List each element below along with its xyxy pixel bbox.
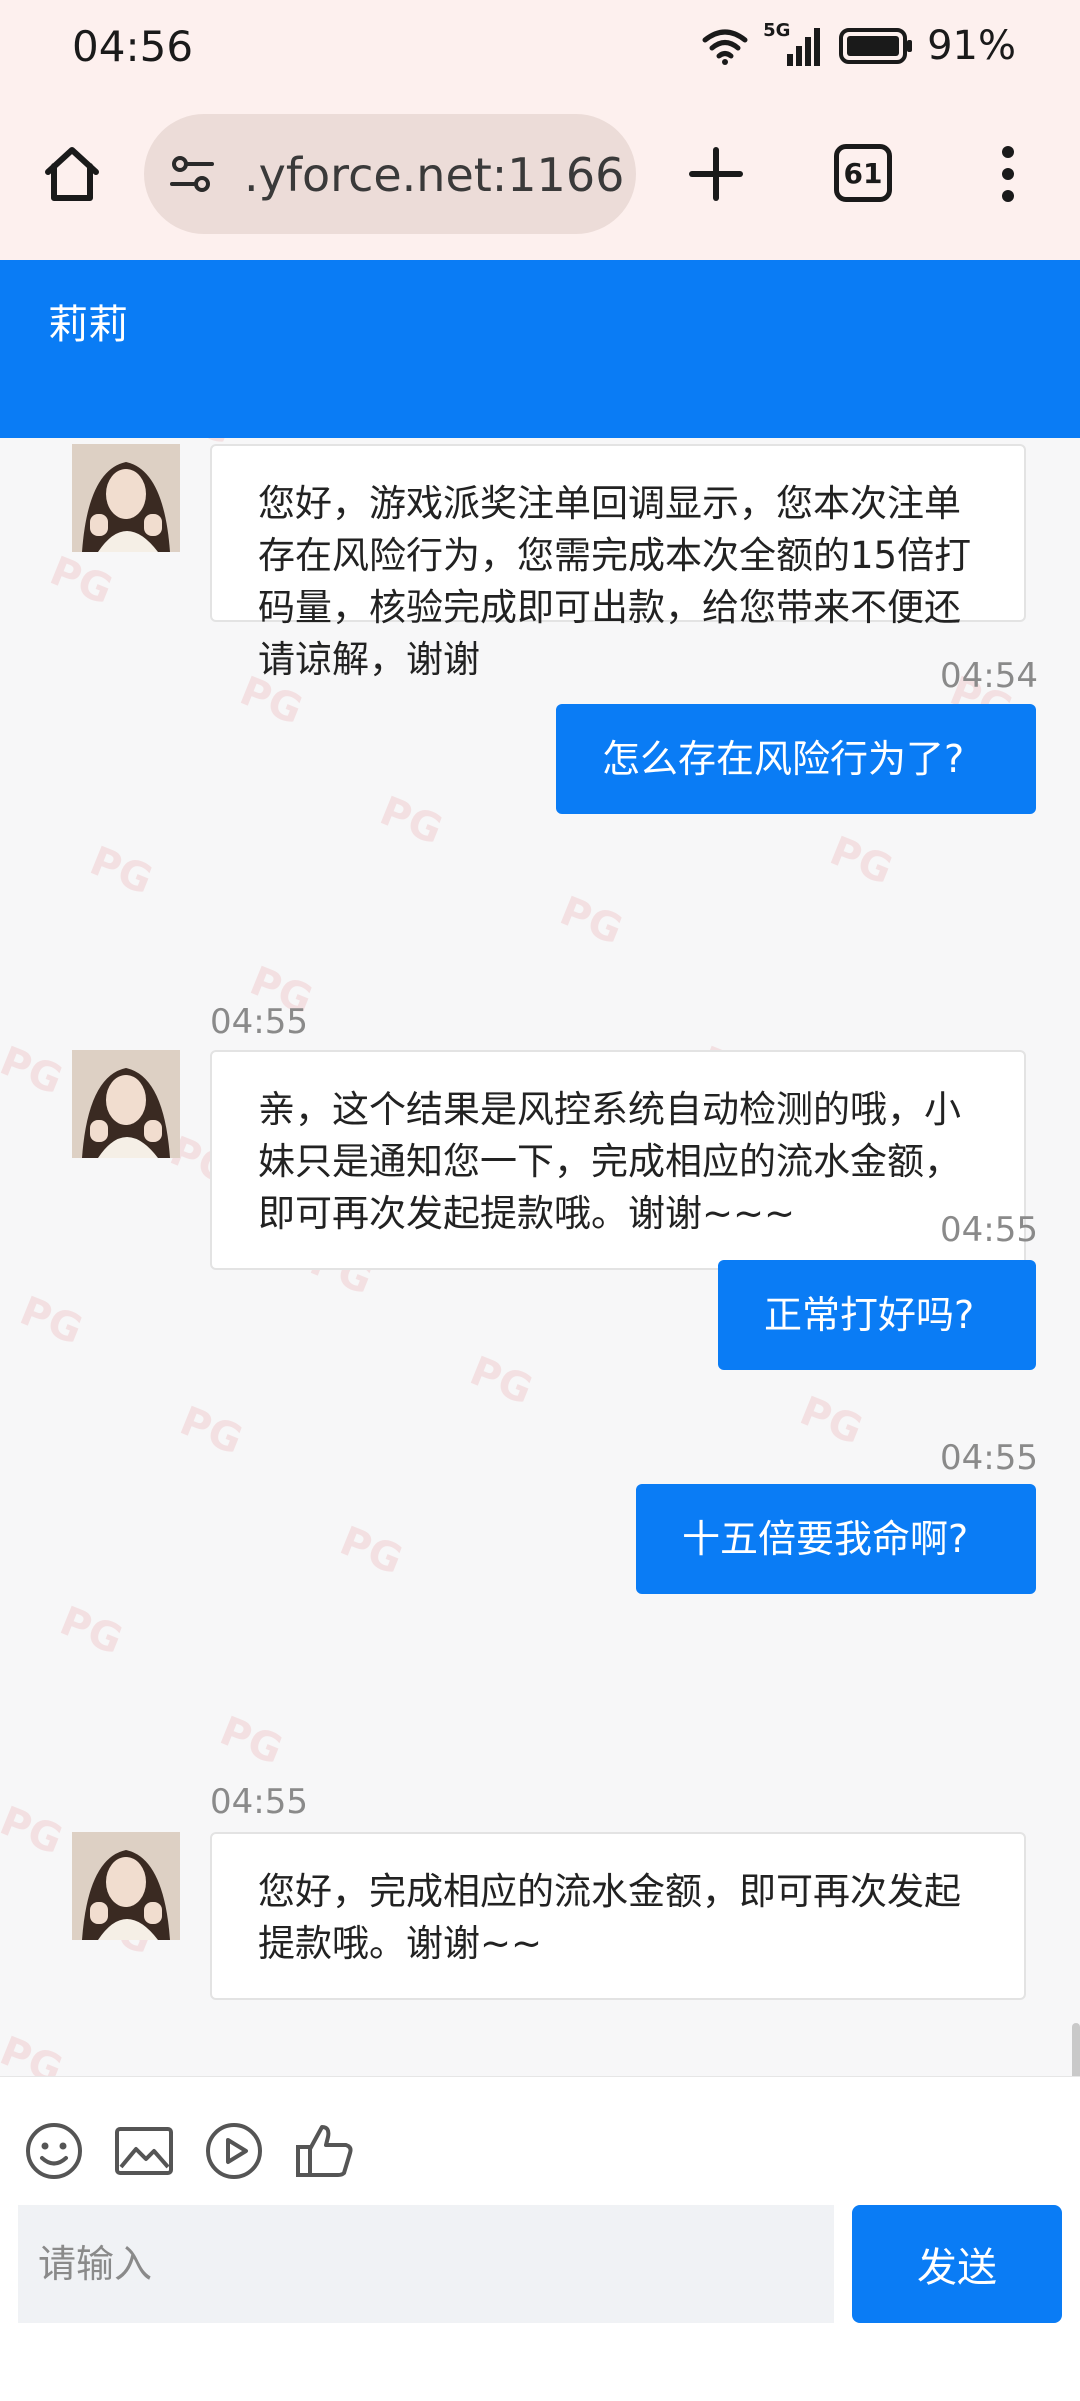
watermark: PG [173, 1398, 249, 1464]
new-tab-button[interactable] [680, 138, 752, 210]
signal-icon [787, 28, 821, 66]
watermark: PG [0, 1798, 69, 1864]
watermark: PG [213, 1708, 289, 1774]
image-icon [115, 2127, 173, 2175]
watermark: PG [793, 1388, 869, 1454]
watermark: PG [43, 548, 119, 614]
watermark: PG [0, 1038, 69, 1104]
battery-percent: 91% [927, 23, 1016, 69]
plus-icon [689, 147, 743, 201]
message-timestamp: 04:55 [940, 1438, 1038, 1478]
site-settings-icon[interactable] [168, 150, 216, 198]
scrollbar[interactable] [1072, 2023, 1080, 2076]
message-timestamp: 04:55 [940, 1210, 1038, 1250]
thumbs-up-button[interactable] [292, 2119, 356, 2183]
message-timestamp: 04:55 [210, 1002, 308, 1042]
avatar [72, 444, 180, 552]
agent-message-bubble: 您好，完成相应的流水金额，即可再次发起提款哦。谢谢~~ [210, 1832, 1026, 2000]
avatar-image [72, 444, 180, 552]
avatar-image [72, 1050, 180, 1158]
agent-message-bubble: 亲，这个结果是风控系统自动检测的哦，小妹只是通知您一下，完成相应的流水金额，即可… [210, 1050, 1026, 1270]
video-button[interactable] [202, 2119, 266, 2183]
tab-switcher-button[interactable]: 61 [834, 144, 892, 202]
watermark: PG [333, 1518, 409, 1584]
status-time: 04:56 [72, 22, 194, 71]
user-message-bubble: 怎么存在风险行为了? [556, 704, 1036, 814]
video-icon [206, 2123, 262, 2179]
status-icons: 5G 91% [701, 20, 1016, 72]
more-vertical-icon [1002, 146, 1014, 202]
watermark: PG [0, 2028, 69, 2076]
message-text: 您好，游戏派奖注单回调显示，您本次注单存在风险行为，您需完成本次全额的15倍打码… [258, 482, 972, 681]
emoji-icon [26, 2123, 82, 2179]
watermark: PG [553, 888, 629, 954]
browser-toolbar: .yforce.net:1166 61 [0, 100, 1080, 261]
watermark: PG [53, 1598, 129, 1664]
message-timestamp: 04:55 [210, 1782, 308, 1822]
message-timestamp: 04:54 [940, 656, 1038, 696]
watermark: PG [463, 1348, 539, 1414]
watermark: PG [823, 828, 899, 894]
chat-header: 莉莉 [0, 260, 1080, 438]
message-input[interactable] [18, 2205, 834, 2323]
user-message-bubble: 十五倍要我命啊? [636, 1484, 1036, 1594]
message-text: 怎么存在风险行为了? [602, 737, 965, 781]
user-message-bubble: 正常打好吗? [718, 1260, 1036, 1370]
message-text: 十五倍要我命啊? [682, 1517, 969, 1561]
image-button[interactable] [112, 2119, 176, 2183]
home-icon [45, 147, 99, 201]
thumbs-up-icon [296, 2125, 353, 2177]
watermark: PG [373, 788, 449, 854]
wifi-icon [702, 29, 748, 65]
message-text: 正常打好吗? [764, 1293, 975, 1337]
send-button[interactable]: 发送 [852, 2205, 1062, 2323]
agent-message-bubble: 您好，游戏派奖注单回调显示，您本次注单存在风险行为，您需完成本次全额的15倍打码… [210, 444, 1026, 681]
avatar [72, 1832, 180, 1940]
message-text: 亲，这个结果是风控系统自动检测的哦，小妹只是通知您一下，完成相应的流水金额，即可… [258, 1088, 961, 1235]
message-text: 您好，完成相应的流水金额，即可再次发起提款哦。谢谢~~ [258, 1870, 961, 1965]
message-composer: 发送 [0, 2076, 1080, 2401]
watermark: PG [13, 1288, 89, 1354]
chat-messages[interactable]: PG PG PG PG PG PG PG PG PG PG PG PG PG P… [0, 438, 1080, 2076]
more-menu-button[interactable] [988, 138, 1028, 210]
battery-icon [839, 28, 913, 64]
avatar-image [72, 1832, 180, 1940]
address-bar[interactable]: .yforce.net:1166 [144, 114, 636, 234]
avatar [72, 1050, 180, 1158]
chat-title: 莉莉 [48, 302, 128, 348]
status-bar: 04:56 5G 91% [0, 0, 1080, 100]
signal-indicator: 5G [763, 20, 825, 68]
emoji-button[interactable] [22, 2119, 86, 2183]
home-button[interactable] [36, 138, 108, 210]
url-text: .yforce.net:1166 [244, 148, 625, 202]
watermark: PG [83, 838, 159, 904]
